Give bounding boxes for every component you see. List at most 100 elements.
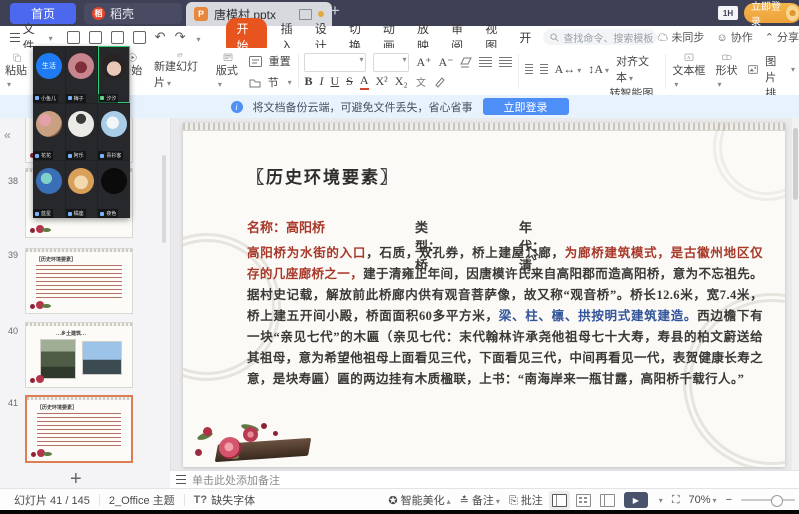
participant-cell[interactable]: 生活 小鱼儿: [33, 46, 65, 103]
save-icon[interactable]: [67, 31, 80, 44]
bullet-list-icon[interactable]: [479, 57, 492, 68]
play-options-icon[interactable]: [657, 494, 663, 506]
subscript-button[interactable]: X₂: [395, 74, 408, 89]
new-slide-button[interactable]: 新建幻灯片: [149, 48, 211, 95]
textbox-label: 文本框: [672, 65, 705, 77]
slide-thumbnail-40[interactable]: …乡土建筑…: [25, 322, 133, 388]
panel-collapse-button[interactable]: «: [4, 128, 11, 142]
theme-name[interactable]: 2_Office 主题: [109, 492, 175, 508]
underline-button[interactable]: U: [330, 74, 339, 89]
clear-format-icon[interactable]: [460, 57, 472, 68]
numbered-list-icon[interactable]: [499, 57, 512, 68]
customize-toolbar-icon[interactable]: [194, 30, 200, 45]
font-name-combo[interactable]: [304, 53, 366, 72]
video-meeting-overlay[interactable]: 生活 小鱼儿 梅子 汐汐 花花 阿乐 青衫客 蓝星 橘座: [33, 46, 130, 218]
participant-cell[interactable]: 梅子: [66, 46, 98, 103]
align-text-button[interactable]: 对齐文本: [616, 53, 659, 85]
indent-decrease-icon[interactable]: [525, 64, 533, 75]
text-effect-icon[interactable]: 文: [415, 76, 427, 88]
redo-icon[interactable]: ↷: [175, 29, 186, 45]
participant-name: 汐汐: [106, 95, 116, 102]
reset-button[interactable]: 重置: [249, 53, 292, 69]
shape-icon: [717, 53, 737, 62]
participant-cell-speaking[interactable]: 汐汐: [98, 46, 130, 103]
banner-message: 将文档备份云端，可避免文件丢失，省心省事: [253, 99, 473, 115]
indent-increase-icon[interactable]: [540, 64, 548, 75]
watermark-ring: [713, 123, 785, 201]
slide-thumbnail-39[interactable]: 〖历史环境要素〗: [25, 248, 133, 314]
section-button[interactable]: 节: [249, 74, 292, 90]
missing-font-warning[interactable]: 缺失字体: [211, 492, 255, 508]
shape-label: 形状: [716, 65, 738, 77]
search-icon: [550, 33, 559, 42]
font-size-combo[interactable]: [373, 53, 409, 72]
slide-thumbnail-41-selected[interactable]: 〖历史环境要素〗: [25, 395, 133, 463]
banner-login-button[interactable]: 立即登录: [483, 98, 569, 115]
participant-cell[interactable]: 橘座: [66, 161, 98, 218]
thumb-number: 38: [8, 176, 18, 186]
export-icon[interactable]: [89, 31, 102, 44]
flower-decoration: [195, 419, 325, 467]
print-icon[interactable]: [111, 31, 124, 44]
zoom-out-button[interactable]: −: [726, 494, 732, 506]
paste-button[interactable]: 粘贴: [0, 48, 34, 95]
slide-sorter-view-button[interactable]: [576, 494, 591, 507]
reading-view-button[interactable]: [600, 494, 615, 507]
line-spacing-button[interactable]: ↕A: [588, 62, 609, 77]
beautify-label: 智能美化: [401, 495, 445, 507]
decrease-font-button[interactable]: A⁻: [438, 55, 453, 70]
panel-scrollbar[interactable]: [162, 155, 166, 243]
zoom-slider-handle[interactable]: [771, 495, 783, 507]
bold-button[interactable]: B: [304, 74, 312, 89]
notes-toggle-label: 备注: [472, 495, 494, 507]
unsaved-dot-icon: [318, 11, 324, 17]
participant-cell[interactable]: 青衫客: [98, 104, 130, 161]
font-color-button[interactable]: A: [360, 73, 369, 90]
participant-icon: [100, 212, 104, 216]
wps-presentation-window: 首页 稻 稻壳 P 唐模村.pptx + 1H 立即登录 ☻ 文件: [0, 0, 799, 514]
tab-docer[interactable]: 稻 稻壳: [84, 3, 182, 24]
notes-bar[interactable]: 单击此处添加备注: [170, 470, 799, 488]
slide-title[interactable]: 〖历史环境要素〗: [247, 163, 399, 188]
superscript-button[interactable]: X²: [376, 74, 388, 89]
zoom-slider[interactable]: [741, 499, 795, 501]
highlight-pen-icon[interactable]: [434, 76, 446, 88]
participant-name: 夜色: [106, 210, 116, 217]
fit-slide-icon[interactable]: ⛶: [672, 494, 680, 507]
participant-cell[interactable]: 花花: [33, 104, 65, 161]
notes-placeholder: 单击此处添加备注: [192, 472, 280, 488]
zoom-level[interactable]: 70%: [689, 494, 717, 506]
comment-button[interactable]: ⎘ 批注: [509, 492, 543, 508]
strikethrough-button[interactable]: S: [346, 74, 353, 89]
italic-button[interactable]: I: [319, 74, 323, 89]
preview-icon[interactable]: [133, 31, 146, 44]
titlebar-widget-icon[interactable]: 1H: [718, 6, 738, 20]
slideshow-play-button[interactable]: ▶: [624, 492, 648, 508]
shape-button[interactable]: 形状: [711, 48, 745, 95]
participant-cell[interactable]: 阿乐: [66, 104, 98, 161]
slide-canvas[interactable]: 〖历史环境要素〗 名称：高阳桥 类型：桥 年代：清 高阳桥为水街的入口，石质，双…: [183, 123, 785, 467]
picture-button[interactable]: 图片: [748, 53, 795, 85]
share-button[interactable]: ⌃ 分享: [765, 29, 799, 45]
slide-fields[interactable]: 名称：高阳桥 类型：桥 年代：清: [247, 217, 325, 236]
participant-icon: [68, 154, 72, 158]
increase-font-button[interactable]: A⁺: [416, 55, 431, 70]
chevron-down-icon: [47, 30, 53, 44]
normal-view-button[interactable]: [552, 494, 567, 507]
sync-status[interactable]: ☁ 未同步: [657, 29, 704, 45]
canvas-scrollbar-thumb[interactable]: [793, 128, 798, 200]
layout-button[interactable]: 版式: [211, 48, 245, 95]
participant-cell[interactable]: 蓝星: [33, 161, 65, 218]
undo-icon[interactable]: ↶: [155, 29, 166, 45]
docer-icon: 稻: [92, 7, 105, 20]
notes-toggle-button[interactable]: ≛ 备注: [460, 492, 500, 508]
tab-dev-truncated[interactable]: 开: [519, 29, 531, 46]
command-search-input[interactable]: 查找命令、搜索模板: [543, 29, 657, 45]
login-button[interactable]: 立即登录 ☻: [744, 3, 799, 23]
collab-button[interactable]: ☺ 协作: [716, 29, 752, 45]
beautify-button[interactable]: ✪ 智能美化: [388, 492, 450, 508]
slide-body-text[interactable]: 高阳桥为水街的入口，石质，双孔券，桥上建屋为廊，为廊桥建筑模式，是古徽州地区仅存…: [247, 243, 763, 390]
char-spacing-button[interactable]: A↔: [555, 62, 582, 77]
textbox-button[interactable]: A 文本框: [667, 48, 710, 95]
participant-cell[interactable]: 夜色: [98, 161, 130, 218]
